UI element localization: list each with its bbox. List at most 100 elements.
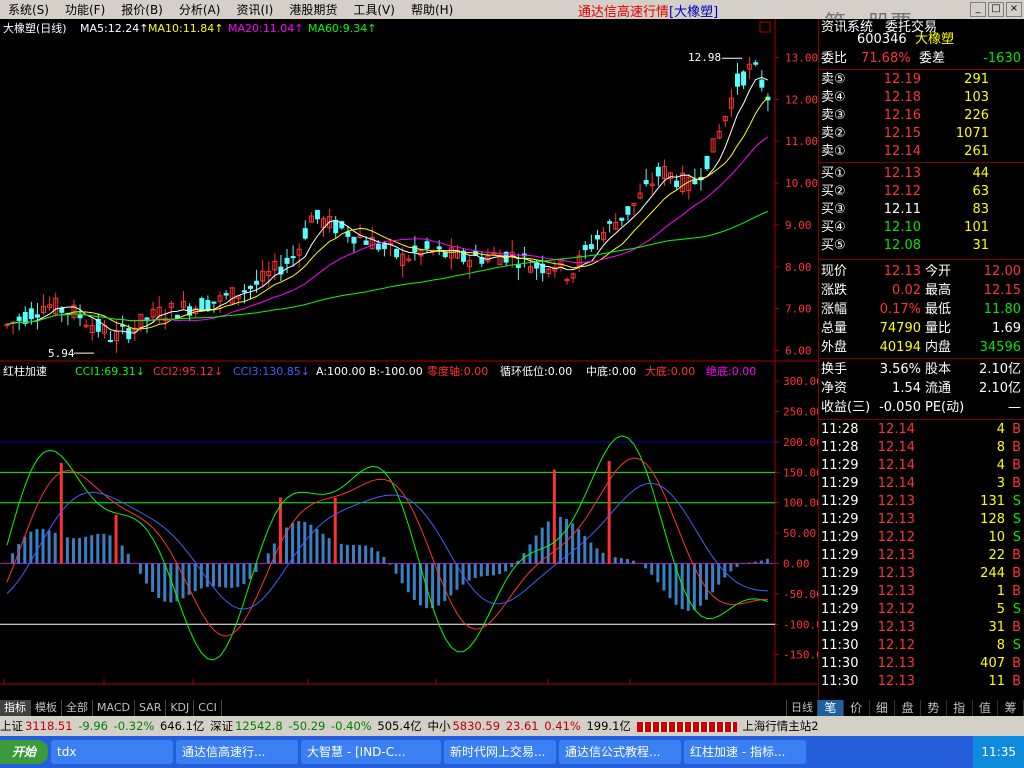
stat-row[interactable]: 涨幅 0.17% 最低 11.80: [819, 301, 1024, 319]
stat2-row[interactable]: 收益(三) -0.050 PE(动) —: [819, 399, 1024, 417]
price-tick-label: 7.00: [785, 303, 812, 316]
sell-level[interactable]: 卖③ 12.16 226: [819, 107, 1024, 125]
menu-function[interactable]: 功能(F): [57, 1, 113, 18]
menu-system[interactable]: 系统(S): [0, 1, 57, 18]
tab-macd[interactable]: MACD: [93, 700, 135, 716]
task-tdx-quote[interactable]: 通达信高速行...: [176, 740, 299, 764]
stat-label: 外盘: [821, 340, 848, 355]
tab-kdj[interactable]: KDJ: [166, 700, 195, 716]
tick-row[interactable]: 11:30 12.12 8 S: [819, 637, 1024, 655]
candle-body: [674, 180, 680, 188]
candle-body: [302, 228, 308, 239]
maximize-button[interactable]: □: [988, 2, 1004, 17]
tick-row[interactable]: 11:28 12.14 8 B: [819, 439, 1024, 457]
tab-sar[interactable]: SAR: [135, 700, 167, 716]
quote-tab-5[interactable]: 指: [947, 700, 973, 716]
stat-value: 0.17%: [879, 302, 921, 317]
stat-value-2: 34596: [979, 340, 1021, 355]
tick-row[interactable]: 11:29 12.14 3 B: [819, 475, 1024, 493]
buy-label: 买②: [821, 184, 846, 199]
menu-hk-futures[interactable]: 港股期货: [281, 1, 345, 18]
quote-tab-2[interactable]: 细: [870, 700, 896, 716]
task-tutorial-label: 通达信公式教程...: [565, 745, 661, 759]
stat2-label-2: 股本: [925, 362, 952, 377]
tab-indicator[interactable]: 指标: [0, 700, 31, 716]
quote-tab-6[interactable]: 值: [973, 700, 999, 716]
stat-row[interactable]: 外盘 40194 内盘 34596: [819, 339, 1024, 357]
quote-tab-4[interactable]: 势: [921, 700, 947, 716]
buy-level[interactable]: 买① 12.13 44: [819, 165, 1024, 183]
task-trade-label: 新时代网上交易...: [450, 745, 546, 759]
indicator-bar: [698, 563, 702, 606]
indicator-bar: [181, 563, 185, 599]
candle-body: [241, 290, 247, 293]
indicator-bar: [266, 553, 270, 564]
tick-row[interactable]: 11:29 12.13 128 S: [819, 511, 1024, 529]
sell-level[interactable]: 卖② 12.15 1071: [819, 125, 1024, 143]
chart-area[interactable]: 12.985.94 13.0012.0011.0010.009.008.007.…: [0, 19, 818, 685]
indicator-bar: [151, 563, 155, 592]
quote-tab-1[interactable]: 价: [844, 700, 870, 716]
tick-row[interactable]: 11:29 12.13 22 B: [819, 547, 1024, 565]
stat-row[interactable]: 总量 74790 量比 1.69: [819, 320, 1024, 338]
menu-analysis[interactable]: 分析(A): [171, 1, 229, 18]
quote-tab-0[interactable]: 笔: [818, 700, 844, 716]
tab-cci[interactable]: CCI: [194, 700, 222, 716]
tick-time: 11:30: [821, 638, 859, 653]
tick-volume: 10: [988, 530, 1005, 545]
task-dzh[interactable]: 大智慧 - [IND-C...: [301, 740, 442, 764]
buy-volume: 101: [964, 220, 989, 235]
stat2-value: 1.54: [892, 381, 921, 396]
stat2-row[interactable]: 换手 3.56% 股本 2.10亿: [819, 361, 1024, 379]
tick-volume: 3: [996, 476, 1005, 491]
tick-row[interactable]: 11:30 12.13 11 B: [819, 673, 1024, 691]
sell-level[interactable]: 卖⑤ 12.19 291: [819, 71, 1024, 89]
tick-row[interactable]: 11:29 12.13 244 B: [819, 565, 1024, 583]
stat-label-2: 量比: [925, 321, 952, 336]
quote-tab-3[interactable]: 盘: [895, 700, 921, 716]
indicator-bar: [631, 560, 635, 564]
tick-row[interactable]: 11:29 12.13 1 B: [819, 583, 1024, 601]
date-label: 2009年: [6, 683, 44, 685]
indicator-bar: [90, 535, 94, 564]
buy-level[interactable]: 买③ 12.11 83: [819, 201, 1024, 219]
task-indicator[interactable]: 红柱加速 - 指标...: [684, 740, 807, 764]
sh-pct: -0.32%: [113, 719, 155, 733]
close-button[interactable]: ×: [1006, 2, 1022, 17]
tick-row[interactable]: 11:29 12.14 4 B: [819, 457, 1024, 475]
indicator-tabs: 指标 模板 全部 MACD SAR KDJ CCI 日线: [0, 700, 818, 716]
tick-row[interactable]: 11:29 12.12 5 S: [819, 601, 1024, 619]
tick-volume: 131: [980, 494, 1005, 509]
stock-header[interactable]: 600346 大橡塑: [819, 31, 1024, 49]
stat-row[interactable]: 现价 12.13 今开 12.00: [819, 263, 1024, 281]
indicator-bar: [309, 524, 313, 564]
period-label[interactable]: 日线: [786, 700, 818, 716]
tab-all[interactable]: 全部: [62, 700, 93, 716]
menu-quote[interactable]: 报价(B): [113, 1, 171, 18]
stat-row[interactable]: 涨跌 0.02 最高 12.15: [819, 282, 1024, 300]
stat2-row[interactable]: 净资 1.54 流通 2.10亿: [819, 380, 1024, 398]
buy-level[interactable]: 买⑤ 12.08 31: [819, 237, 1024, 255]
tab-template[interactable]: 模板: [31, 700, 62, 716]
tick-row[interactable]: 11:29 12.12 10 S: [819, 529, 1024, 547]
task-trade[interactable]: 新时代网上交易...: [444, 740, 557, 764]
quote-tab-7[interactable]: 筹: [998, 700, 1024, 716]
menu-info[interactable]: 资讯(I): [228, 1, 281, 18]
sell-level[interactable]: 卖④ 12.18 103: [819, 89, 1024, 107]
buy-level[interactable]: 买④ 12.10 101: [819, 219, 1024, 237]
tick-row[interactable]: 11:30 12.13 407 B: [819, 655, 1024, 673]
tick-row[interactable]: 11:29 12.13 31 B: [819, 619, 1024, 637]
menu-help[interactable]: 帮助(H): [403, 1, 461, 18]
task-tdx[interactable]: tdx: [51, 740, 174, 764]
task-tutorial[interactable]: 通达信公式教程...: [559, 740, 682, 764]
start-button[interactable]: 开始: [0, 740, 49, 764]
minimize-button[interactable]: _: [970, 2, 986, 17]
buy-level[interactable]: 买② 12.12 63: [819, 183, 1024, 201]
sell-level[interactable]: 卖① 12.14 261: [819, 143, 1024, 161]
tick-row[interactable]: 11:28 12.14 4 B: [819, 421, 1024, 439]
weibi-row[interactable]: 委比 71.68% 委差 -1630: [819, 50, 1024, 68]
app-title-stock: [大橡塑]: [669, 5, 719, 20]
tick-row[interactable]: 11:29 12.13 131 S: [819, 493, 1024, 511]
tick-time: 11:28: [821, 422, 859, 437]
menu-tools[interactable]: 工具(V): [345, 1, 403, 18]
